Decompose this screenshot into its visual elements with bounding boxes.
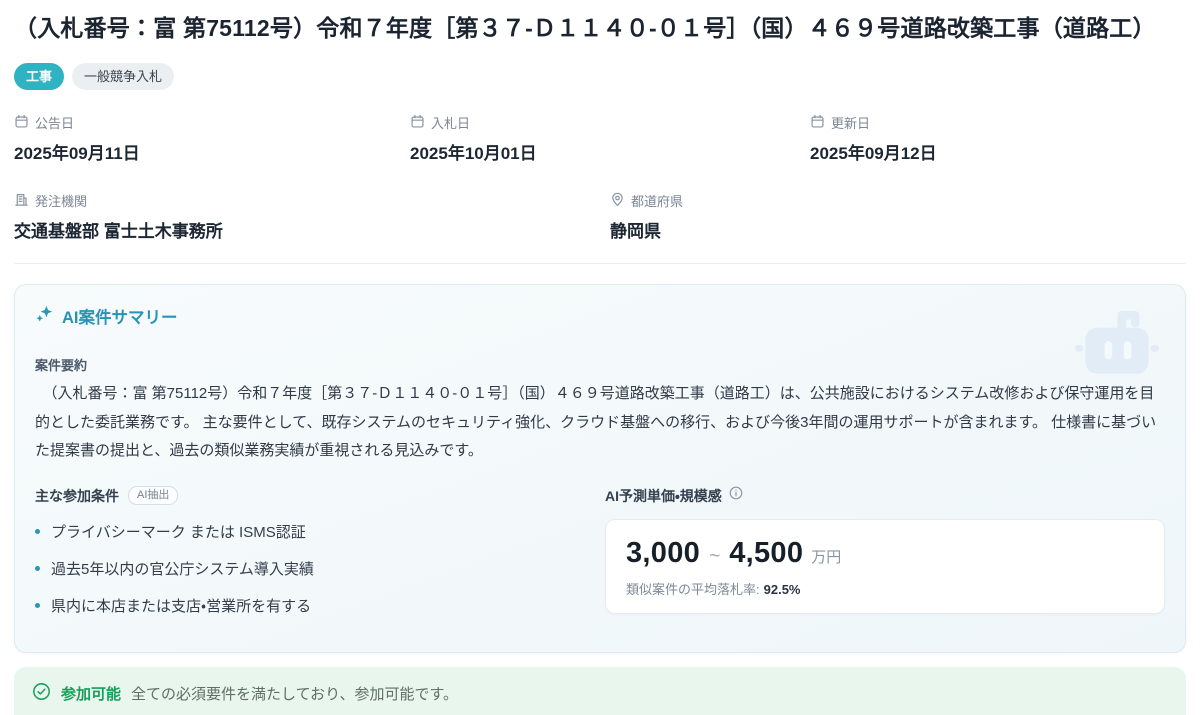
win-rate-value: 92.5%: [764, 582, 801, 597]
meta-field-prefecture: 都道府県 静岡県: [610, 191, 1186, 242]
conditions-list: プライバシーマーク または ISMS認証 過去5年以内の官公庁システム導入実績 …: [35, 521, 581, 616]
category-badge: 工事: [14, 63, 64, 90]
info-icon[interactable]: [729, 486, 743, 505]
status-badge: 参加可能: [61, 683, 121, 704]
meta-value: 2025年09月12日: [810, 139, 1186, 164]
summary-paragraph: （入札番号：富 第75112号）令和７年度［第３７-Ｄ１１４０-０１号］（国）４…: [35, 380, 1165, 466]
meta-value: 2025年10月01日: [410, 139, 810, 164]
estimate-label: AI予測単価・規模感: [605, 486, 722, 506]
building-icon: [14, 192, 29, 210]
meta-row-dates: 公告日 2025年09月11日 入札日 2025年10月01日 更新日 2025…: [14, 113, 1186, 164]
meta-label: 発注機関: [35, 191, 87, 210]
meta-field-update-date: 更新日 2025年09月12日: [810, 113, 1186, 164]
calendar-icon: [810, 114, 825, 132]
estimate-separator: ~: [709, 546, 720, 568]
bullet-dot-icon: [35, 603, 40, 608]
meta-label: 入札日: [431, 113, 470, 132]
estimate-box: 3,000 ~ 4,500 万円 類似案件の平均落札率: 92.5%: [605, 519, 1165, 614]
list-item: 過去5年以内の官公庁システム導入実績: [35, 558, 581, 579]
participation-conditions: 主な参加条件 AI抽出 プライバシーマーク または ISMS認証 過去5年以内の…: [35, 486, 605, 632]
bullet-dot-icon: [35, 529, 40, 534]
meta-value: 交通基盤部 富士土木事務所: [14, 217, 610, 242]
meta-label: 公告日: [35, 113, 74, 132]
summary-section-label: 案件要約: [35, 355, 1165, 374]
estimate-min: 3,000: [626, 537, 700, 570]
bullet-dot-icon: [35, 566, 40, 571]
location-pin-icon: [610, 192, 625, 210]
conditions-label: 主な参加条件: [35, 486, 119, 506]
price-estimate: AI予測単価・規模感 3,000 ~ 4,500 万円 類似案件の平均落札率: 9…: [605, 486, 1165, 632]
section-divider: [14, 263, 1186, 264]
ai-summary-card: AI案件サマリー 案件要約 （入札番号：富 第75112号）令和７年度［第３７-…: [14, 284, 1186, 653]
ai-summary-header: AI案件サマリー: [35, 304, 1165, 328]
ai-detail-columns: 主な参加条件 AI抽出 プライバシーマーク または ISMS認証 過去5年以内の…: [35, 486, 1165, 632]
meta-value: 静岡県: [610, 217, 1186, 242]
bid-detail-page: （入札番号：富 第75112号）令和７年度［第３７-Ｄ１１４０-０１号］（国）４…: [0, 0, 1200, 715]
calendar-icon: [14, 114, 29, 132]
badge-row: 工事 一般競争入札: [14, 63, 1186, 90]
check-circle-icon: [32, 682, 51, 705]
meta-label: 都道府県: [631, 191, 683, 210]
eligibility-status-row: 参加可能 全ての必須要件を満たしており、参加可能です。: [30, 682, 1170, 705]
robot-icon: [1069, 299, 1165, 396]
estimate-max: 4,500: [729, 537, 803, 570]
estimate-unit: 万円: [811, 546, 841, 567]
bid-method-badge: 一般競争入札: [72, 63, 174, 90]
list-item: 県内に本店または支店・営業所を有する: [35, 595, 581, 616]
win-rate-label: 類似案件の平均落札率:: [626, 582, 760, 597]
meta-label: 更新日: [831, 113, 870, 132]
meta-field-announce-date: 公告日 2025年09月11日: [14, 113, 410, 164]
eligibility-banner: 参加可能 全ての必須要件を満たしており、参加可能です。 確認事項: 最新の納税証…: [14, 667, 1186, 715]
ai-summary-title: AI案件サマリー: [62, 304, 178, 328]
meta-field-bid-date: 入札日 2025年10月01日: [410, 113, 810, 164]
calendar-icon: [410, 114, 425, 132]
page-title: （入札番号：富 第75112号）令和７年度［第３７-Ｄ１１４０-０１号］（国）４…: [14, 9, 1186, 43]
meta-field-agency: 発注機関 交通基盤部 富士土木事務所: [14, 191, 610, 242]
meta-value: 2025年09月11日: [14, 139, 410, 164]
list-item: プライバシーマーク または ISMS認証: [35, 521, 581, 542]
status-message: 全ての必須要件を満たしており、参加可能です。: [131, 683, 458, 704]
meta-row-org: 発注機関 交通基盤部 富士土木事務所 都道府県 静岡県: [14, 191, 1186, 242]
sparkles-icon: [35, 304, 54, 328]
ai-extracted-badge: AI抽出: [128, 486, 178, 505]
